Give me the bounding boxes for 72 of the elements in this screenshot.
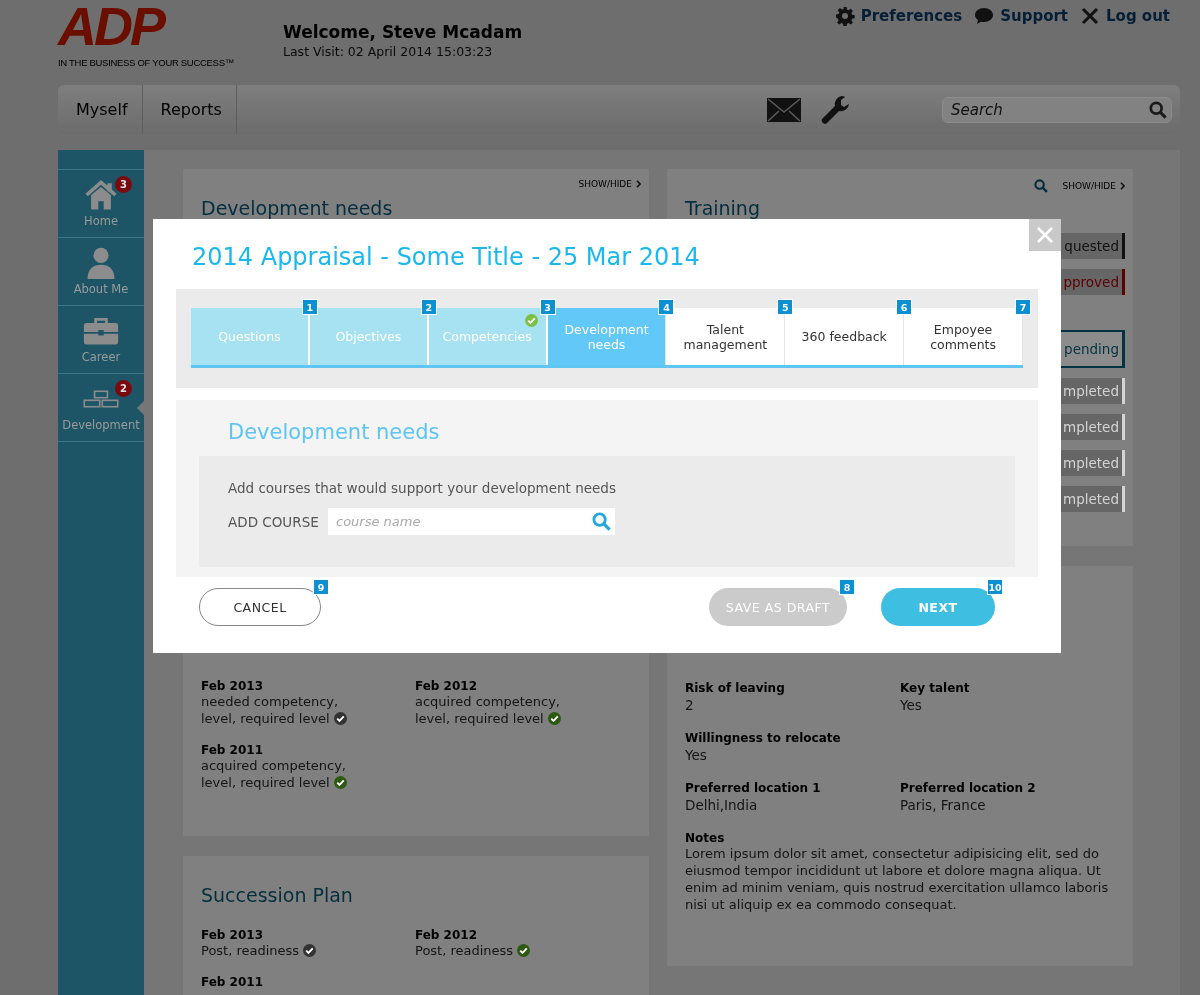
field-label: Willingness to relocate	[685, 731, 842, 745]
step-number-badge: 9	[313, 579, 329, 595]
prompt-text: Add courses that would support your development needs	[228, 480, 617, 496]
card-title: Development needs	[201, 197, 394, 219]
field-label: ADD COURSE	[228, 513, 320, 530]
entry-date: Feb 2011	[201, 975, 264, 989]
entry-date: Feb 2012	[415, 928, 478, 942]
header-link[interactable]: Preferences	[834, 6, 963, 26]
step-number-badge: 4	[658, 299, 675, 315]
step-number-badge: 8	[839, 579, 855, 595]
section-heading: Development needs	[228, 420, 441, 446]
field-label: Notes	[685, 831, 726, 845]
logo-tagline: IN THE BUSINESS OF YOUR SUCCESS™	[58, 57, 235, 68]
field-label: Key talent	[900, 681, 971, 695]
count-badge: 2	[115, 380, 132, 397]
logo[interactable]: ADP	[58, 0, 283, 54]
nav-tab[interactable]: Reports	[142, 85, 237, 134]
field-label: Preferred location 2	[900, 781, 1037, 795]
notes-text: Lorem ipsum dolor sit amet, consectetur adipisicing elit, sed do eiusmod tempor incididunt ut labore et dolore magna aliqua. Ut enim ad minim veniam, quis nostrud exercitation ullamco laboris nisi ut aliquip ex ea commodo consequat.	[685, 845, 1110, 913]
close-icon	[1080, 6, 1100, 26]
search-icon[interactable]	[1034, 179, 1049, 193]
nav-tab[interactable]: Myself	[58, 85, 143, 134]
search-field[interactable]: Search	[942, 96, 1172, 123]
entry-text: acquired competency, level, required level	[415, 693, 562, 727]
step-number-badge: 6	[896, 299, 913, 315]
field-value: Paris, France	[900, 797, 987, 813]
welcome-text: Welcome, Steve Mcadam	[283, 22, 523, 42]
close-icon	[1036, 226, 1054, 244]
sidebar-item[interactable]: Career	[58, 305, 144, 373]
search-icon[interactable]	[592, 512, 611, 531]
entry-text: acquired competency, level, required level	[201, 757, 348, 791]
field-label: Risk of leaving	[685, 681, 786, 695]
house-icon	[83, 179, 119, 211]
header-link[interactable]: Log out	[1080, 6, 1170, 26]
speech-bubble-icon	[974, 6, 995, 26]
briefcase-icon	[83, 315, 119, 347]
card-title: Succession Plan	[201, 884, 354, 906]
field-value: Yes	[900, 697, 923, 713]
field-label: Preferred location 1	[685, 781, 822, 795]
sidebar-label: About Me	[73, 282, 129, 296]
entry-date: Feb 2011	[201, 743, 264, 757]
sidebar-label: Home	[84, 214, 118, 228]
step-number-badge: 5	[777, 299, 794, 315]
last-visit-text: Last Visit: 02 April 2014 15:03:23	[283, 44, 494, 59]
card-title: Training	[685, 197, 761, 219]
entry-date: Feb 2013	[201, 928, 264, 942]
course-input-field[interactable]: course name	[328, 508, 615, 535]
header-link[interactable]: Support	[974, 6, 1068, 26]
entry-date: Feb 2012	[415, 679, 478, 693]
chevron-icon	[636, 180, 641, 188]
step-number-badge: 7	[1015, 299, 1031, 315]
step-number-badge: 10	[987, 579, 1003, 595]
sidebar-label: Career	[81, 350, 121, 364]
show-hide-link[interactable]: SHOW/HIDE	[578, 179, 632, 189]
field-value: 2	[685, 697, 695, 713]
sidebar-item[interactable]: Home 3	[58, 169, 144, 237]
step-number-badge: 3	[539, 299, 556, 315]
entry-date: Feb 2013	[201, 679, 264, 693]
entry-text: Post, readiness	[201, 942, 376, 959]
sidebar-label: Development	[62, 418, 140, 432]
entry-text: needed competency, level, required level	[201, 693, 376, 727]
show-hide-link[interactable]: SHOW/HIDE	[1062, 181, 1116, 191]
step-number-badge: 1	[301, 299, 318, 315]
field-value: Yes	[685, 747, 708, 763]
step-number-badge: 2	[420, 299, 437, 315]
settings-icon	[834, 6, 855, 26]
chevron-icon	[1120, 182, 1125, 190]
search-icon[interactable]	[1149, 100, 1167, 119]
field-value: Delhi,India	[685, 797, 759, 813]
entry-text: Post, readiness	[415, 942, 590, 959]
modal-title: 2014 Appraisal - Some Title - 25 Mar 2014	[191, 242, 701, 273]
count-badge: 3	[115, 176, 132, 193]
